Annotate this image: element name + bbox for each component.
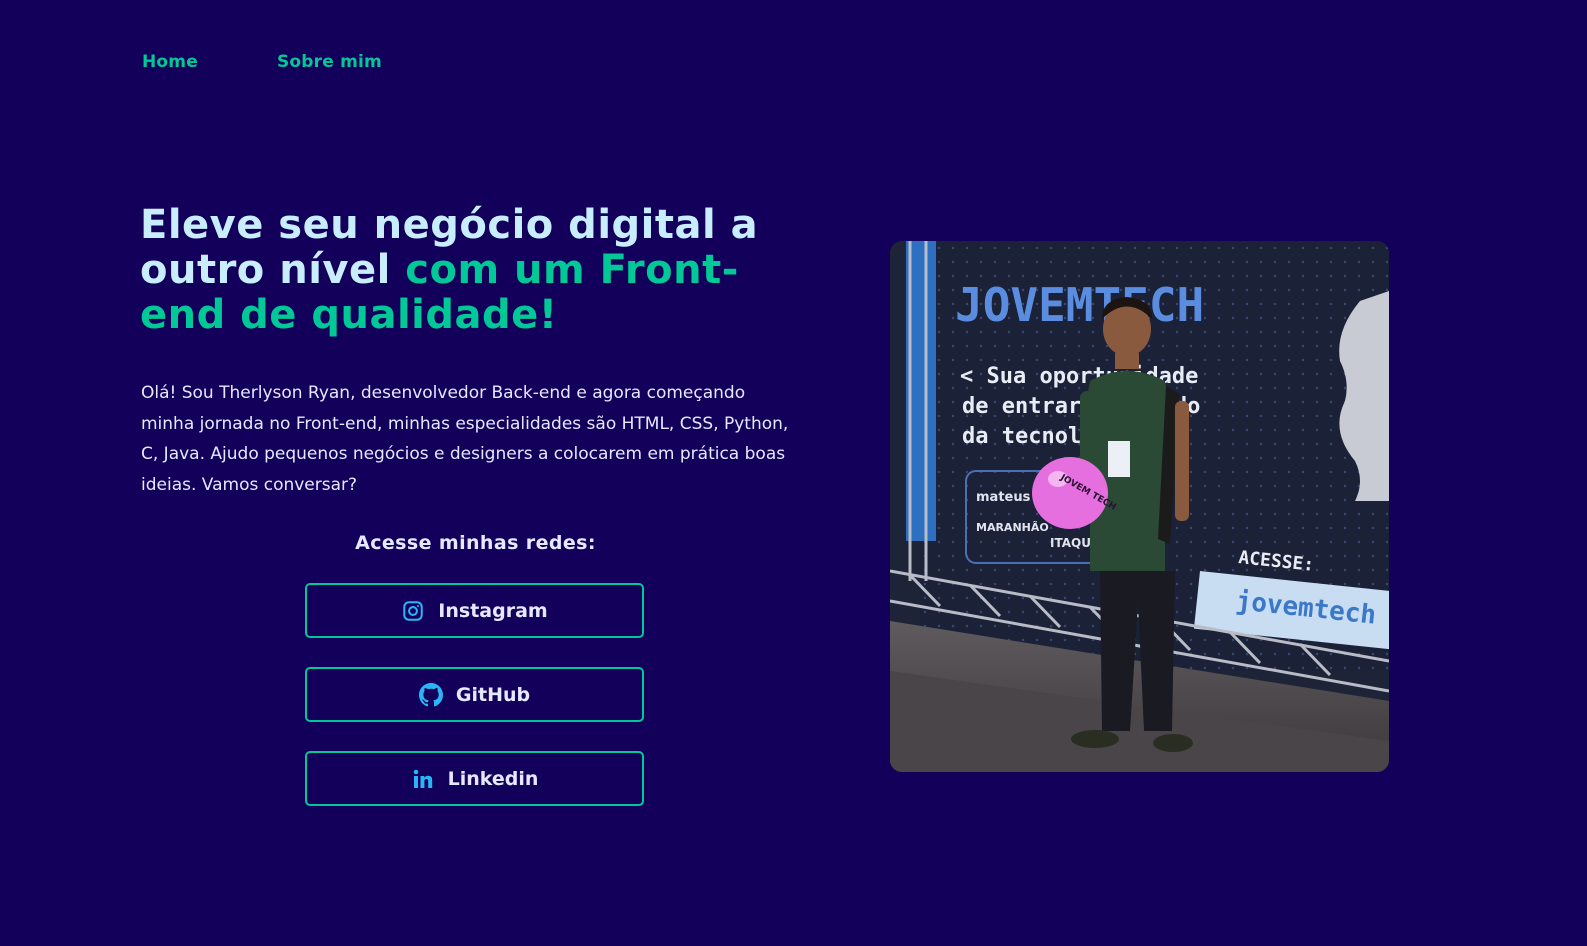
linkedin-button[interactable]: Linkedin: [305, 751, 644, 806]
hero-intro: Olá! Sou Therlyson Ryan, desenvolvedor B…: [141, 383, 789, 495]
social-title: Acesse minhas redes:: [355, 532, 596, 554]
nav-about-link[interactable]: Sobre mim: [277, 52, 382, 72]
instagram-icon: [401, 599, 425, 623]
instagram-button[interactable]: Instagram: [305, 583, 644, 638]
nav-home-link[interactable]: Home: [142, 52, 198, 72]
github-button[interactable]: GitHub: [305, 667, 644, 722]
linkedin-icon: [411, 767, 435, 791]
github-icon: [418, 682, 443, 707]
top-nav: Home Sobre mim: [142, 52, 382, 72]
banner-sponsor-2: MARANHÃO: [976, 521, 1049, 534]
banner-sponsor-1: mateus: [976, 490, 1031, 505]
linkedin-label: Linkedin: [447, 767, 539, 790]
banner-brand: JOVEMTECH: [955, 278, 1204, 332]
hero-headline: Eleve seu negócio digital a outro nível …: [140, 203, 800, 338]
profile-photo: JOVEMTECH < Sua oportunidade de entrar n…: [890, 241, 1389, 772]
banner-sponsor-3: ITAQUI: [1050, 536, 1095, 550]
instagram-label: Instagram: [438, 599, 548, 622]
github-label: GitHub: [455, 683, 531, 706]
